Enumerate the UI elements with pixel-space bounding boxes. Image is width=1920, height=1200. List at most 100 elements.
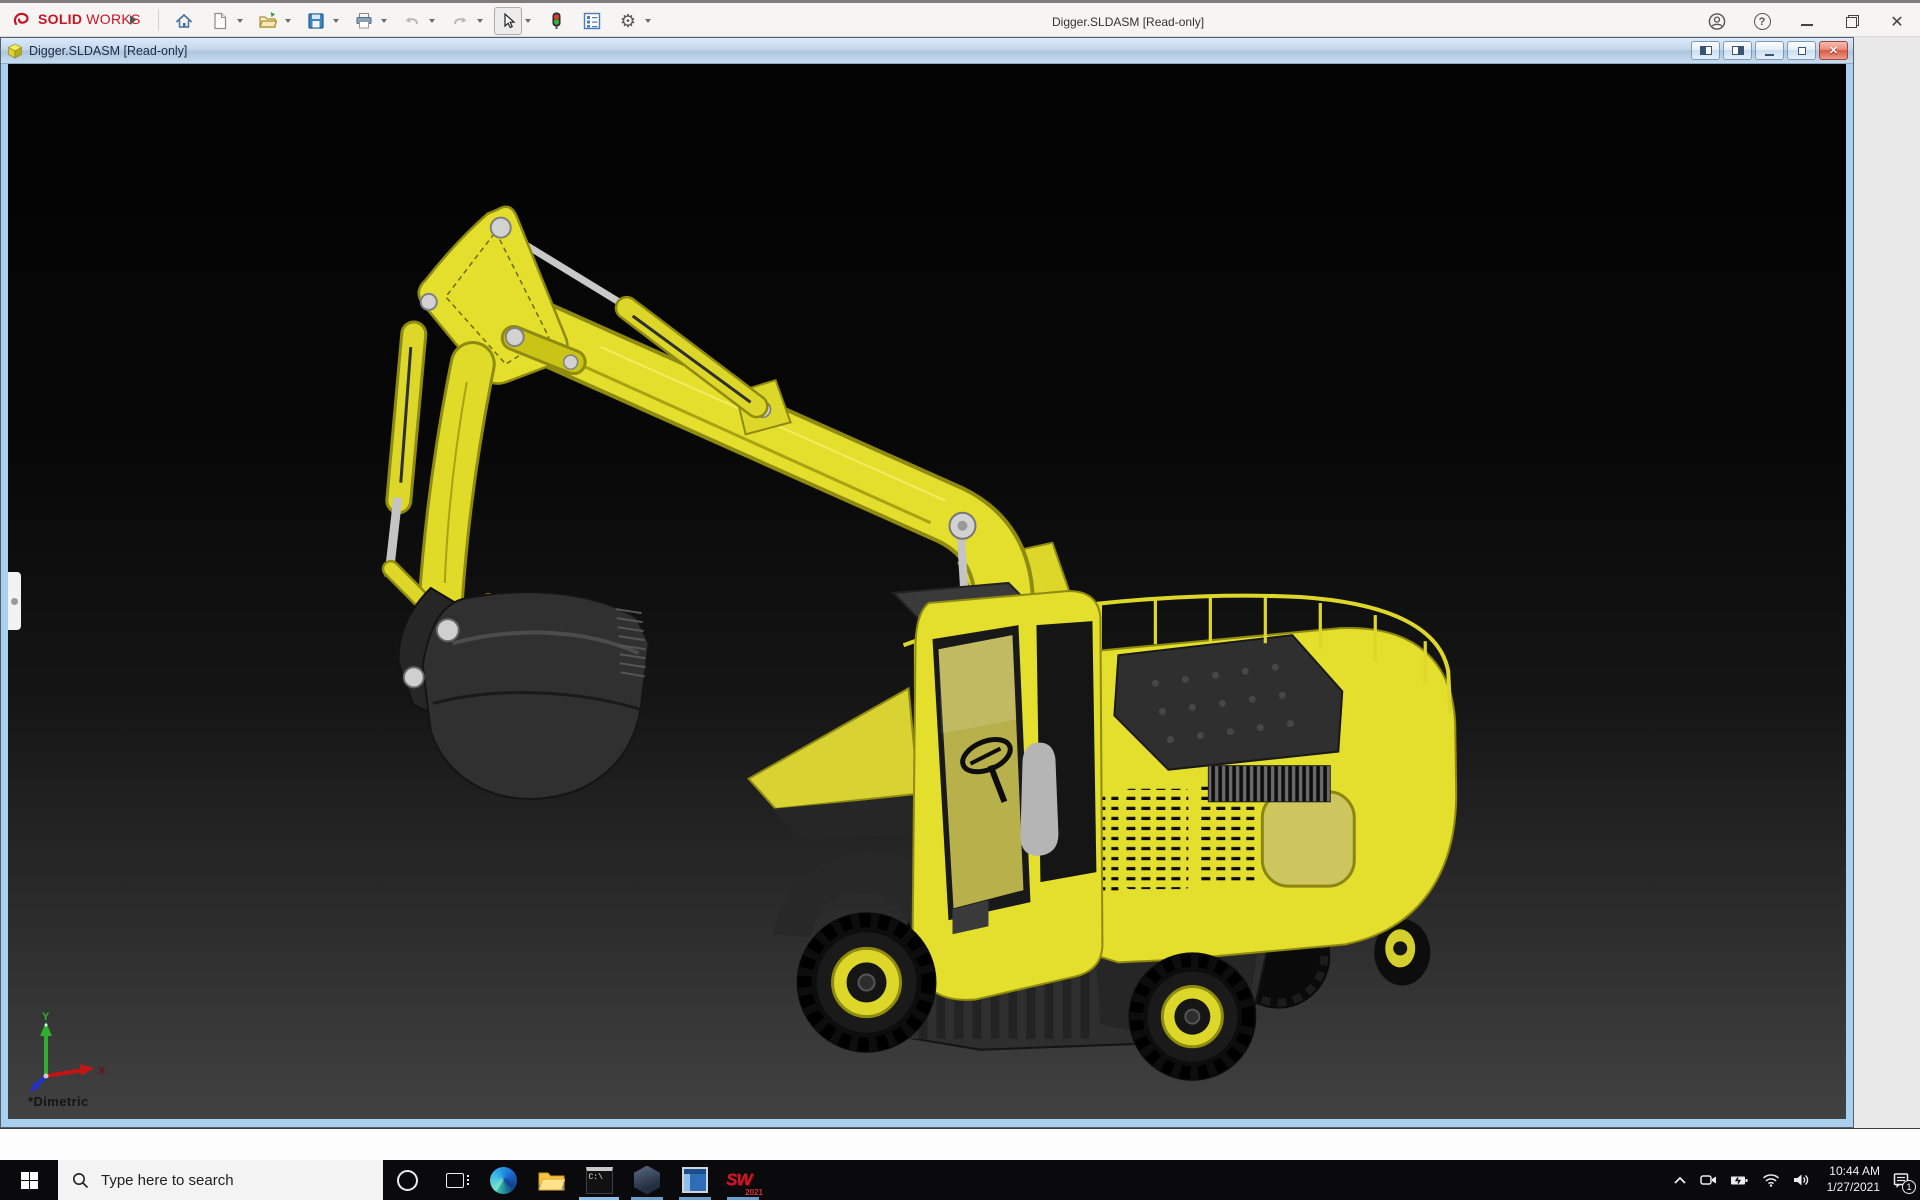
wifi-icon <box>1762 1174 1779 1187</box>
taskbar-empty-area <box>767 1160 1673 1200</box>
bucket-pin-2 <box>402 666 425 689</box>
notification-badge: 1 <box>1902 1179 1916 1194</box>
system-tray: 10:44 AM 1/27/2021 1 <box>1673 1160 1920 1200</box>
taskbar-item-solidworks[interactable]: SW 2021 <box>719 1160 767 1200</box>
meet-now-button[interactable] <box>1699 1173 1717 1187</box>
doc-restore-button[interactable] <box>1787 41 1816 60</box>
gear-icon: ⚙ <box>619 11 637 31</box>
taskbar-item-cortana[interactable] <box>383 1160 431 1200</box>
toolbar-separator <box>158 9 159 31</box>
account-button[interactable] <box>1708 13 1726 31</box>
taskbar-search-input[interactable]: Type here to search <box>58 1160 383 1200</box>
close-button[interactable]: ✕ <box>1888 13 1906 31</box>
search-placeholder: Type here to search <box>101 1171 234 1189</box>
home-icon <box>176 13 192 28</box>
battery-charging-icon <box>1730 1176 1748 1185</box>
cab[interactable] <box>891 581 1104 1001</box>
save-floppy-icon <box>308 13 324 29</box>
taskbar-item-edge[interactable] <box>479 1160 527 1200</box>
bucket[interactable] <box>397 586 650 800</box>
options-dropdown[interactable] <box>642 7 654 35</box>
redo-dropdown[interactable] <box>474 7 486 35</box>
excavator-model[interactable] <box>8 64 1846 1119</box>
doc-close-icon: ✕ <box>1828 45 1839 57</box>
help-button[interactable]: ? <box>1753 13 1771 31</box>
taskbar-item-window-app[interactable] <box>671 1160 719 1200</box>
properties-list-icon <box>583 12 601 30</box>
taskbar-clock[interactable]: 10:44 AM 1/27/2021 <box>1827 1164 1880 1195</box>
restore-icon <box>1845 15 1859 28</box>
toggle-right-pane-button[interactable] <box>1723 41 1752 60</box>
volume-button[interactable] <box>1793 1172 1810 1188</box>
assembly-cube-icon <box>7 43 23 59</box>
taskbar-item-command-prompt[interactable]: C:\ <box>575 1160 623 1200</box>
window-app-icon <box>682 1167 708 1193</box>
orientation-triad[interactable]: Y X <box>30 1012 108 1096</box>
undo-dropdown[interactable] <box>426 7 438 35</box>
toggle-left-pane-button[interactable] <box>1691 41 1720 60</box>
document-window-controls: ✕ <box>1691 41 1848 60</box>
redo-button[interactable] <box>446 7 474 35</box>
select-tool-dropdown[interactable] <box>522 7 534 35</box>
open-folder-icon <box>259 12 278 28</box>
plate-top-pin <box>489 216 512 239</box>
document-window: Digger.SLDASM [Read-only] ✕ Y X *Dimetri… <box>0 37 1854 1128</box>
rebuild-button[interactable] <box>542 7 570 35</box>
document-title: Digger.SLDASM [Read-only] <box>29 43 188 58</box>
select-tool-button[interactable] <box>494 7 522 35</box>
solidworks-brand: SOLID WORKS <box>10 9 141 29</box>
collapsed-panel-tab[interactable] <box>8 572 21 630</box>
traffic-light-icon <box>552 12 561 29</box>
doc-minimize-button[interactable] <box>1755 41 1784 60</box>
start-button[interactable] <box>0 1160 58 1200</box>
rear-window-cutout <box>1260 790 1356 888</box>
new-document-button[interactable] <box>206 7 234 35</box>
undo-button[interactable] <box>398 7 426 35</box>
help-icon: ? <box>1753 13 1771 30</box>
graphics-viewport[interactable]: Y X *Dimetric <box>1 64 1853 1127</box>
open-dropdown[interactable] <box>282 7 294 35</box>
chevron-up-icon <box>1673 1176 1686 1184</box>
front-left-wheel[interactable] <box>796 912 937 1053</box>
print-button[interactable] <box>350 7 378 35</box>
open-button[interactable] <box>254 7 282 35</box>
battery-button[interactable] <box>1730 1173 1749 1187</box>
doc-close-button[interactable]: ✕ <box>1819 41 1848 60</box>
save-button[interactable] <box>302 7 330 35</box>
hexagon-app-icon <box>634 1165 660 1195</box>
clock-time: 10:44 AM <box>1829 1164 1880 1179</box>
x-axis-label: X <box>98 1065 106 1077</box>
action-center-button[interactable]: 1 <box>1893 1172 1916 1194</box>
print-icon <box>356 13 372 29</box>
wifi-button[interactable] <box>1762 1173 1780 1187</box>
document-titlebar[interactable]: Digger.SLDASM [Read-only] ✕ <box>1 38 1853 64</box>
new-document-dropdown[interactable] <box>234 7 246 35</box>
edge-icon <box>489 1166 517 1194</box>
taskbar-item-task-view[interactable] <box>431 1160 479 1200</box>
minimize-button[interactable] <box>1798 13 1816 31</box>
view-orientation-label: *Dimetric <box>28 1094 89 1109</box>
document-properties-button[interactable] <box>578 7 606 35</box>
save-dropdown[interactable] <box>330 7 342 35</box>
solidworks-titlebar: SOLID WORKS ⚙ Digger.SLDASM [Read-only] … <box>0 0 1920 37</box>
file-explorer-icon <box>537 1172 565 1191</box>
hidden-icons-button[interactable] <box>1673 1174 1687 1186</box>
desktop-screen: SOLID WORKS ⚙ Digger.SLDASM [Read-only] … <box>0 0 1920 1200</box>
rear-left-wheel[interactable] <box>1128 952 1257 1081</box>
y-axis-label: Y <box>42 1012 50 1023</box>
front-platform <box>747 686 921 839</box>
print-dropdown[interactable] <box>378 7 390 35</box>
brand-expand-arrow[interactable] <box>130 15 136 25</box>
home-button[interactable] <box>170 7 198 35</box>
stick-assembly[interactable] <box>381 205 587 635</box>
solidworks-app-icon: SW 2021 <box>726 1170 763 1197</box>
engine-grille <box>1207 765 1331 803</box>
taskbar-item-hexagon-app[interactable] <box>623 1160 671 1200</box>
bucket-pin-1 <box>435 618 460 643</box>
restore-button[interactable] <box>1843 13 1861 31</box>
options-button[interactable]: ⚙ <box>614 7 642 35</box>
right-pane-icon <box>1731 46 1744 55</box>
minimize-icon <box>1801 23 1813 26</box>
taskbar-item-file-explorer[interactable] <box>527 1160 575 1200</box>
clock-date: 1/27/2021 <box>1826 1180 1880 1194</box>
